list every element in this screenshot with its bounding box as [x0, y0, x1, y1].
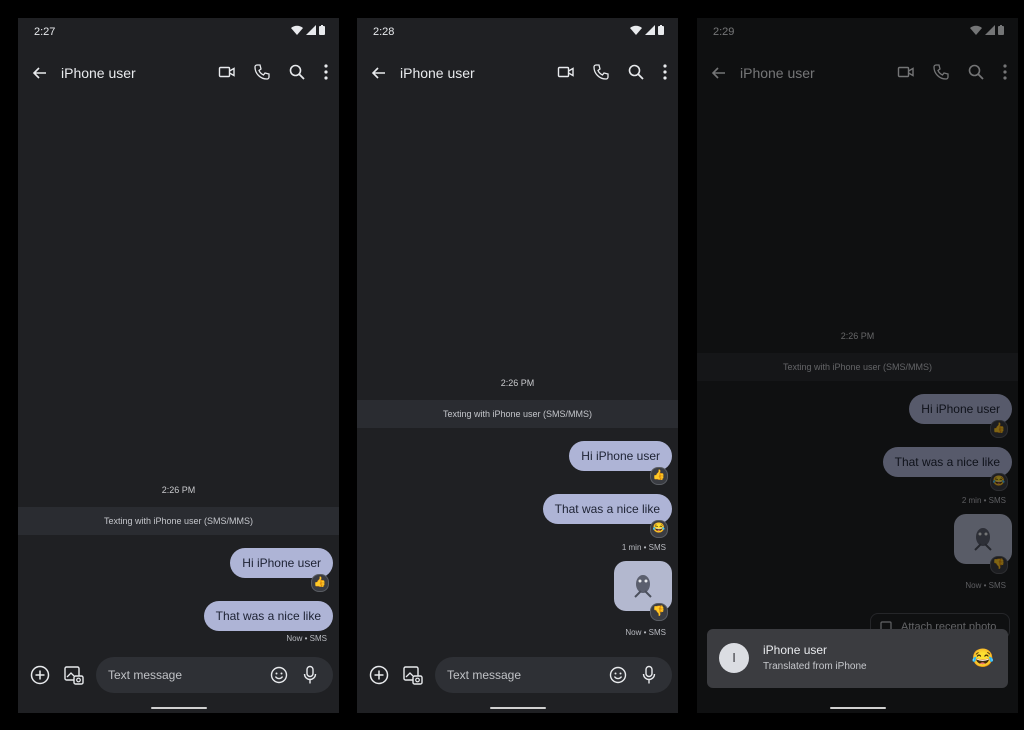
back-arrow-icon[interactable]: [30, 63, 50, 83]
sms-banner: Texting with iPhone user (SMS/MMS): [357, 400, 678, 428]
text-message-input[interactable]: Text message: [96, 657, 333, 693]
conversation-timestamp: 2:26 PM: [840, 331, 875, 341]
conversation-title: iPhone user: [61, 65, 136, 81]
add-attachment-icon[interactable]: [30, 665, 50, 685]
message-meta: Now • SMS: [286, 634, 327, 643]
gesture-navigation-bar[interactable]: [150, 707, 207, 709]
video-call-icon[interactable]: [218, 63, 236, 81]
microphone-icon[interactable]: [303, 665, 317, 685]
text-message-input[interactable]: Text message: [435, 657, 672, 693]
phone-icon[interactable]: [932, 63, 950, 81]
input-placeholder: Text message: [447, 668, 522, 682]
gesture-navigation-bar[interactable]: [829, 707, 886, 709]
video-call-icon[interactable]: [897, 63, 915, 81]
sms-banner: Texting with iPhone user (SMS/MMS): [697, 353, 1018, 381]
reaction-badge: 👎: [990, 556, 1008, 574]
signal-icon: [985, 25, 995, 35]
sticker-image-icon: [974, 528, 992, 551]
notification-subtitle: Translated from iPhone: [763, 661, 867, 672]
reaction-badge: 😂: [990, 473, 1008, 491]
notification-title: iPhone user: [763, 643, 828, 657]
app-bar: iPhone user: [357, 54, 678, 94]
app-bar: iPhone user: [697, 54, 1018, 94]
message-meta: Now • SMS: [625, 628, 666, 637]
search-icon[interactable]: [967, 63, 985, 81]
video-call-icon[interactable]: [557, 63, 575, 81]
emoji-icon[interactable]: [608, 665, 628, 685]
emoji-icon[interactable]: [269, 665, 289, 685]
battery-icon: [319, 25, 325, 35]
battery-icon: [998, 25, 1004, 35]
signal-icon: [306, 25, 316, 35]
microphone-icon[interactable]: [642, 665, 656, 685]
wifi-icon: [630, 25, 642, 35]
message-meta: Now • SMS: [965, 581, 1006, 590]
back-arrow-icon[interactable]: [709, 63, 729, 83]
phone-icon[interactable]: [592, 63, 610, 81]
notification-card[interactable]: I iPhone user Translated from iPhone 😂: [707, 629, 1008, 688]
reaction-badge: 👍: [990, 420, 1008, 438]
more-options-icon[interactable]: [662, 63, 668, 81]
reaction-badge: 👎: [650, 603, 668, 621]
gesture-navigation-bar[interactable]: [489, 707, 546, 709]
status-bar: 2:28: [357, 18, 678, 48]
phone-screen-1: 2:27 iPhone user 2:26 PM Texting with iP…: [18, 18, 339, 713]
status-bar: 2:27: [18, 18, 339, 48]
sms-banner: Texting with iPhone user (SMS/MMS): [18, 507, 339, 535]
reaction-badge: 👍: [650, 467, 668, 485]
conversation-title: iPhone user: [400, 65, 475, 81]
phone-screen-2: 2:28 iPhone user 2:26 PM Texting with iP…: [357, 18, 678, 713]
status-time: 2:27: [34, 26, 56, 38]
input-placeholder: Text message: [108, 668, 183, 682]
gallery-icon[interactable]: [402, 664, 424, 686]
composer: Text message: [18, 657, 339, 693]
sticker-image-icon: [634, 575, 652, 598]
more-options-icon[interactable]: [1002, 63, 1008, 81]
gallery-icon[interactable]: [63, 664, 85, 686]
search-icon[interactable]: [288, 63, 306, 81]
status-time: 2:29: [713, 26, 735, 38]
message-bubble[interactable]: That was a nice like: [882, 447, 1012, 477]
signal-icon: [645, 25, 655, 35]
composer: Text message: [357, 657, 678, 693]
message-bubble[interactable]: That was a nice like: [542, 494, 672, 524]
more-options-icon[interactable]: [323, 63, 329, 81]
reaction-badge: 😂: [650, 520, 668, 538]
battery-icon: [658, 25, 664, 35]
add-attachment-icon[interactable]: [369, 665, 389, 685]
status-bar: 2:29: [697, 18, 1018, 48]
wifi-icon: [970, 25, 982, 35]
search-icon[interactable]: [627, 63, 645, 81]
app-bar: iPhone user: [18, 54, 339, 94]
message-meta: 2 min • SMS: [961, 496, 1006, 505]
phone-icon[interactable]: [253, 63, 271, 81]
wifi-icon: [291, 25, 303, 35]
conversation-timestamp: 2:26 PM: [500, 378, 535, 388]
avatar: I: [719, 643, 749, 673]
phone-screen-3: 2:29 iPhone user 2:26 PM Texting with iP…: [697, 18, 1018, 713]
back-arrow-icon[interactable]: [369, 63, 389, 83]
conversation-title: iPhone user: [740, 65, 815, 81]
reaction-badge: 👍: [311, 574, 329, 592]
conversation-timestamp: 2:26 PM: [161, 485, 196, 495]
message-meta: 1 min • SMS: [621, 543, 666, 552]
laughing-emoji-icon: 😂: [971, 648, 994, 668]
status-time: 2:28: [373, 26, 395, 38]
message-bubble[interactable]: That was a nice like: [203, 601, 333, 631]
